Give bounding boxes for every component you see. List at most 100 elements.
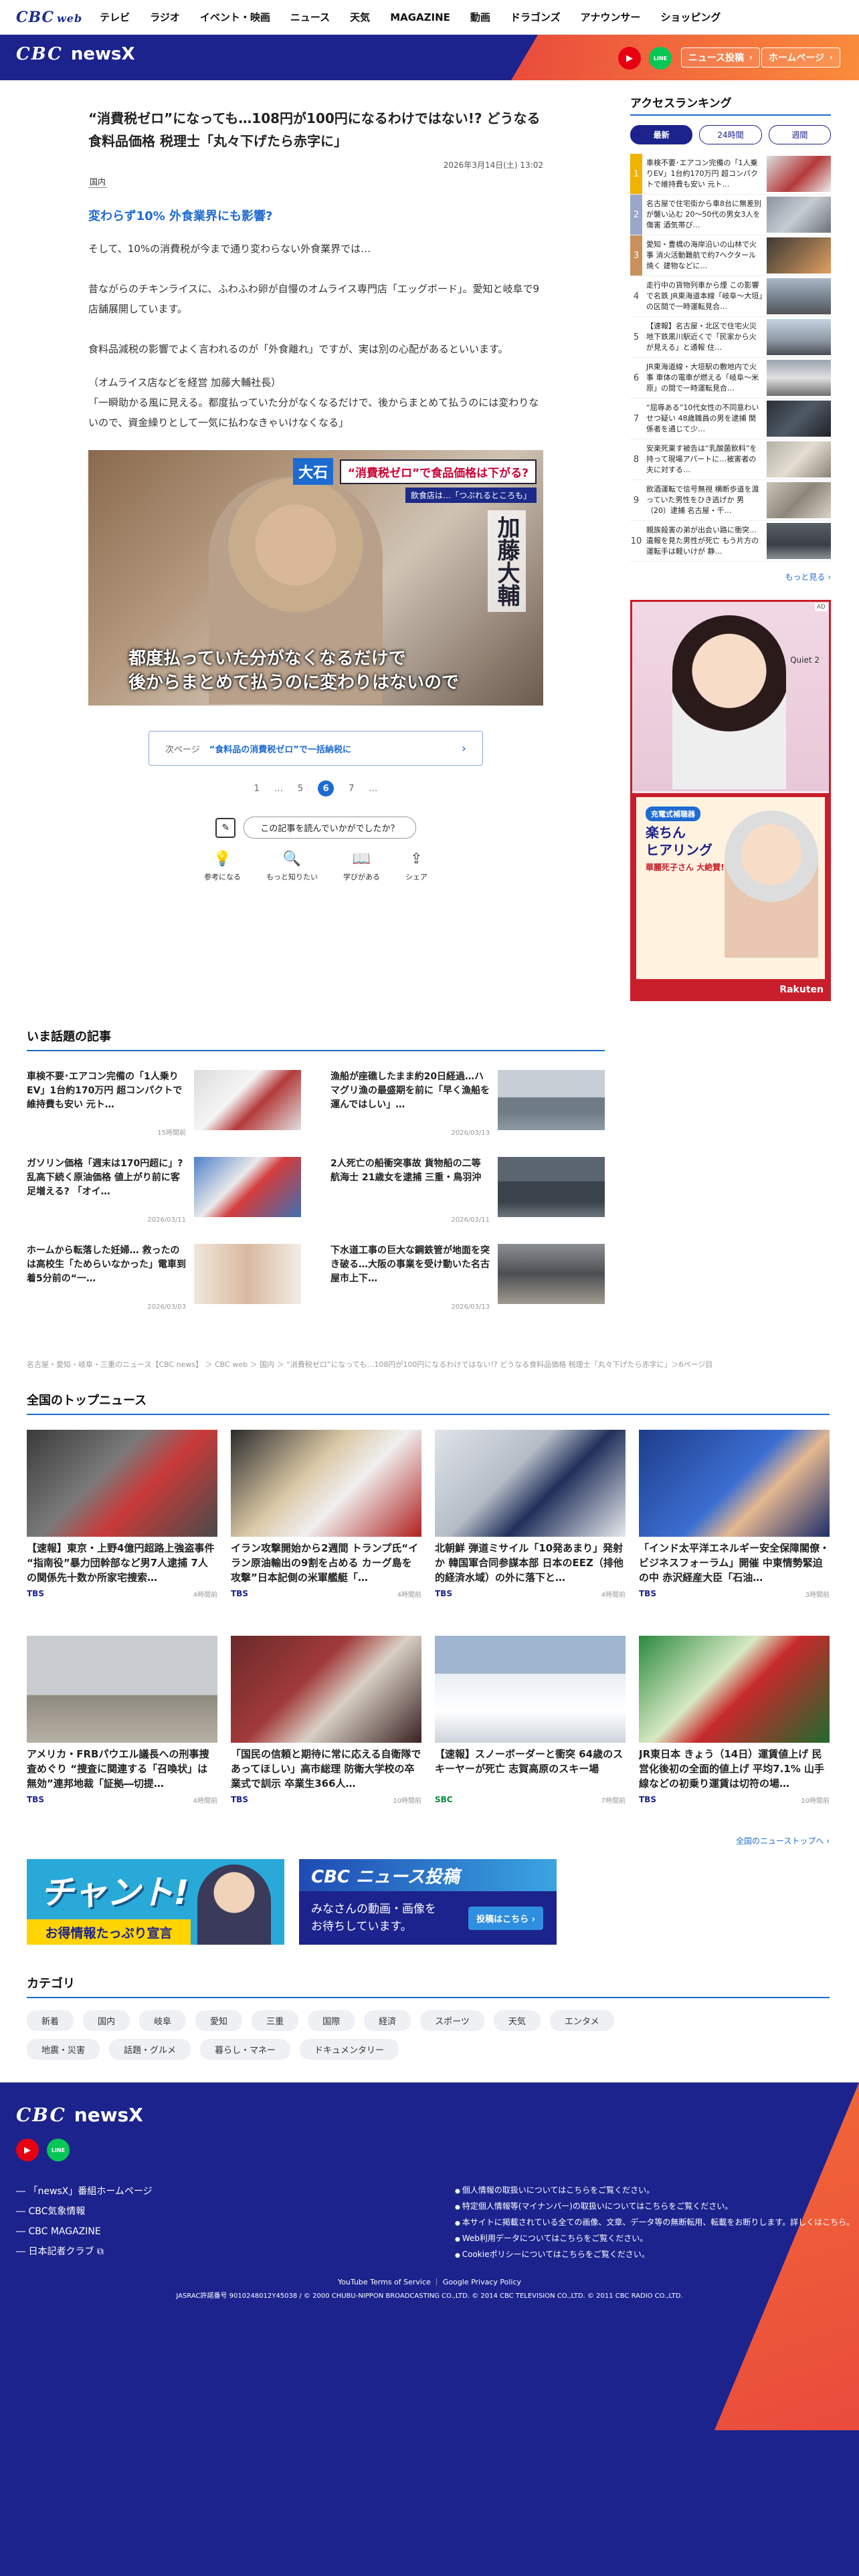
sidebar-ad[interactable]: Quiet 2 AD 充電式補聴器 楽ちん ヒアリング 華麗死子さん 大絶賛! … (630, 600, 831, 1001)
news-source: TBS (435, 1589, 452, 1598)
hot-topic-item[interactable]: ガソリン価格「週末は170円超に」? 乱高下続く原油価格 値上がり前に客足増える… (27, 1157, 301, 1224)
chant-banner[interactable]: チャント! お得情報たっぷり宣言 (27, 1859, 284, 1945)
category-chip[interactable]: 愛知 (195, 2010, 243, 2031)
ranking-item[interactable]: 9 飲酒運転で信号無視 横断歩道を渡っていた男性をひき逃げか 男（20）逮捕 名古… (630, 480, 831, 521)
nav-item-video[interactable]: 動画 (470, 10, 490, 24)
ranking-item[interactable]: 1 車検不要･エアコン完備の「1人乗りEV」1台約170万円 超コンパクトで維持費… (630, 154, 831, 195)
category-chip[interactable]: ドキュメンタリー (300, 2039, 399, 2060)
category-chip[interactable]: スポーツ (420, 2010, 484, 2031)
news-submit-banner-button[interactable]: 投稿はこちら › (468, 1907, 543, 1930)
line-icon[interactable]: LINE (47, 2139, 70, 2161)
footer-logo[interactable]: CBC newsX (16, 2104, 143, 2126)
hot-topic-item[interactable]: 車検不要･エアコン完備の「1人乗りEV」1台約170万円 超コンパクトで維持費も… (27, 1070, 301, 1137)
category-chip[interactable]: 話題・グルメ (109, 2039, 191, 2060)
ranking-item[interactable]: 4 走行中の貨物列車から煙 この影響で名鉄 JR東海道本線「岐阜〜大垣」の区間で一… (630, 276, 831, 317)
national-news-item[interactable]: 【速報】スノーボーダーと衝突 64歳のスキーヤーが死亡 志賀高原のスキー場 SBC… (435, 1636, 626, 1830)
hot-topic-item[interactable]: 2人死亡の船衝突事故 貨物船の二等航海士 21歳女を逮捕 三重・鳥羽沖 2026/… (330, 1157, 605, 1224)
next-page-button[interactable]: 次ページ “食料品の消費税ゼロ”で一括納税に › (149, 731, 483, 766)
legal-link[interactable]: 個人情報の取扱いについてはこちらをご覧ください。 (455, 2183, 854, 2199)
article-category-tag[interactable]: 国内 (88, 176, 108, 188)
ranking-more-link[interactable]: もっと見る › (630, 571, 831, 582)
tab-weekly[interactable]: 週間 (768, 125, 831, 144)
category-chip[interactable]: 三重 (252, 2010, 299, 2031)
national-news-item[interactable]: 「インド太平洋エネルギー安全保障閣僚・ビジネスフォーラム」開催 中東情勢緊迫の中… (639, 1430, 830, 1624)
nav-item-radio[interactable]: ラジオ (150, 10, 180, 24)
footer-link[interactable]: ― CBC気象情報 (16, 2202, 153, 2222)
homepage-button[interactable]: ホームページ › (761, 47, 840, 68)
feedback-question: この記事を読んでいかがでしたか？ (244, 817, 416, 839)
ranking-thumbnail (767, 156, 831, 192)
footer-link[interactable]: ― 日本記者クラブ ⧉ (16, 2242, 153, 2262)
ranking-item[interactable]: 3 愛知・豊橋の海岸沿いの山林で火事 消火活動難航で約7ヘクタール焼く 建物などに… (630, 235, 831, 276)
category-chip[interactable]: 国際 (308, 2010, 355, 2031)
tab-24h[interactable]: 24時間 (699, 125, 762, 144)
nav-item-weather[interactable]: 天気 (350, 10, 370, 24)
nav-item-tv[interactable]: テレビ (100, 10, 130, 24)
hot-topic-title: 下水道工事の巨大な鋼鉄管が地面を突き破る…大阪の事業を受け動いた名古屋市上下… (330, 1245, 490, 1284)
category-chip[interactable]: 新着 (27, 2010, 74, 2031)
category-chip[interactable]: 国内 (83, 2010, 130, 2031)
national-news-item[interactable]: 「国民の信頼と期待に常に応える自衛隊であってほしい」高市総理 防衛大学校の卒業式… (231, 1636, 421, 1830)
national-news-item[interactable]: 北朝鮮 弾道ミサイル「10発あまり」発射か 韓国軍合同参謀本部 日本のEEZ（排… (435, 1430, 626, 1624)
ranking-item[interactable]: 8 安楽死巣す被告は“乳酸菌飲料”を持って現場アパートに…被害者の夫に対する… (630, 439, 831, 480)
ranking-thumbnail (767, 319, 831, 355)
hot-topic-item[interactable]: 下水道工事の巨大な鋼鉄管が地面を突き破る…大阪の事業を受け動いた名古屋市上下… 2… (330, 1244, 605, 1311)
nav-item-dragons[interactable]: ドラゴンズ (510, 10, 561, 24)
legal-link[interactable]: Web利用データについてはこちらをご覧ください。 (455, 2231, 854, 2247)
category-chip[interactable]: 岐阜 (139, 2010, 187, 2031)
ad-subheadline: 華麗死子さん 大絶賛! (646, 863, 725, 872)
news-submit-banner[interactable]: CBC ニュース投稿 みなさんの動画・画像を お待ちしています。 投稿はこちら … (299, 1859, 557, 1945)
line-icon[interactable]: LINE (649, 47, 672, 70)
reaction-helpful-button[interactable]: 💡 参考になる (204, 851, 241, 882)
category-chip[interactable]: 暮らし・マネー (200, 2039, 291, 2060)
footer-link[interactable]: ― CBC MAGAZINE (16, 2222, 153, 2242)
page-link[interactable]: 5 (298, 784, 303, 794)
nav-item-news[interactable]: ニュース (290, 10, 330, 24)
nav-item-magazine[interactable]: MAGAZINE (390, 11, 450, 23)
hot-topic-item[interactable]: 漁船が座礁したまま約20日経過…ハマグリ漁の最盛期を前に「早く漁船を運んではしい… (330, 1070, 605, 1137)
category-chip[interactable]: 天気 (493, 2010, 541, 2031)
hot-topic-item[interactable]: ホームから転落した妊婦… 救ったのは高校生「ためらいなかった」電車到着5分前の“… (27, 1244, 301, 1311)
category-chip[interactable]: 地震・災害 (27, 2039, 100, 2060)
hot-topics-grid: 車検不要･エアコン完備の「1人乗りEV」1台約170万円 超コンパクトで維持費も… (27, 1070, 605, 1311)
ranking-title: 車検不要･エアコン完備の「1人乗りEV」1台約170万円 超コンパクトで維持費も… (646, 158, 758, 189)
national-news-item[interactable]: JR東日本 きょう（14日）運賃値上げ 民営化後初の全面的値上げ 平均7.1% … (639, 1636, 830, 1830)
hot-topic-date: 2026/03/11 (147, 1216, 186, 1224)
category-chip[interactable]: エンタメ (549, 2010, 614, 2031)
national-news-more-link[interactable]: 全国のニューストップへ › (27, 1835, 830, 1846)
copyright: JASRAC許諾番号 9010248012Y45038 / © 2000 CHU… (176, 2292, 683, 2300)
ranking-item[interactable]: 5 【速報】名古屋・北区で住宅火災 地下鉄黒川駅近くで「民家から火が見える」と通報… (630, 317, 831, 358)
ranking-item[interactable]: 7 “屈辱ある”10代女性の不同意わいせつ疑い 48歳職員の男を逮捕 関係者を通じ… (630, 399, 831, 439)
ad-headline: 楽ちん ヒアリング (646, 825, 712, 858)
cbc-web-logo[interactable]: CBC web (16, 9, 82, 26)
news-submit-button[interactable]: ニュース投稿 › (680, 47, 760, 68)
national-news-item[interactable]: 【速報】東京・上野4億円超路上強盗事件 “指南役”暴力団幹部など男7人逮捕 7人… (27, 1430, 217, 1624)
tab-latest[interactable]: 最新 (630, 125, 693, 144)
youtube-icon[interactable]: ▶ (16, 2139, 39, 2161)
hot-topic-title: ホームから転落した妊婦… 救ったのは高校生「ためらいなかった」電車到着5分前の“… (27, 1245, 186, 1284)
youtube-icon[interactable]: ▶ (618, 47, 641, 70)
newsx-logo[interactable]: CBC newsX (16, 44, 135, 64)
reaction-more-button[interactable]: 🔍 もっと知りたい (266, 851, 318, 882)
breadcrumb[interactable]: 名古屋・愛知・岐阜・三重のニュース【CBC news】 ＞ CBC web ＞ … (27, 1359, 830, 1370)
legal-link[interactable]: 本サイトに掲載されている全ての画像、文章、データ等の無断転用、転載をお断りします… (455, 2215, 854, 2231)
category-chip[interactable]: 経済 (364, 2010, 411, 2031)
ranking-item[interactable]: 2 名古屋で住宅街から車8台に無差別が襲い込む 20〜50代の男女3人を傷害 酒気… (630, 195, 831, 235)
share-button[interactable]: ⇪ シェア (405, 851, 427, 882)
page-link[interactable]: 1 (254, 784, 260, 794)
ranking-item[interactable]: 10 親族殺害の弟が出会い路に衝突…遺報を見た男性が死亡 もう片方の運転手は軽いけ… (630, 521, 831, 562)
reaction-learn-button[interactable]: 📖 学びがある (343, 851, 380, 882)
youtube-terms-links[interactable]: YouTube Terms of Service ｜ Google Privac… (0, 2276, 859, 2287)
national-news-item[interactable]: イラン攻撃開始から2週間 トランプ氏“イラン原油輸出の9割を占める カーグ島を攻… (231, 1430, 421, 1624)
national-news-item[interactable]: アメリカ・FRBパウエル議長への刑事捜査めぐり “捜査に関連する「召喚状」は無効… (27, 1636, 217, 1830)
ranking-item[interactable]: 6 JR東海道線・大垣駅の敷地内で火事 車体の電車が燃える「岐阜〜米原」の間で一時… (630, 358, 831, 399)
nav-item-events[interactable]: イベント・映画 (200, 10, 270, 24)
legal-link[interactable]: Cookieポリシーについてはこちらをご覧ください。 (455, 2247, 854, 2263)
nav-item-shopping[interactable]: ショッピング (660, 10, 721, 24)
presenter-figure (197, 1864, 271, 1945)
footer-link[interactable]: ― 「newsX」番組ホームページ (16, 2181, 153, 2202)
page-link[interactable]: 7 (349, 784, 354, 794)
nav-item-announcer[interactable]: アナウンサー (581, 10, 641, 24)
reaction-buttons: 💡 参考になる 🔍 もっと知りたい 📖 学びがある ⇪ シェア (88, 851, 543, 882)
legal-link[interactable]: 特定個人情報等(マイナンバー)の取扱いについてはこちらをご覧ください。 (455, 2199, 854, 2215)
